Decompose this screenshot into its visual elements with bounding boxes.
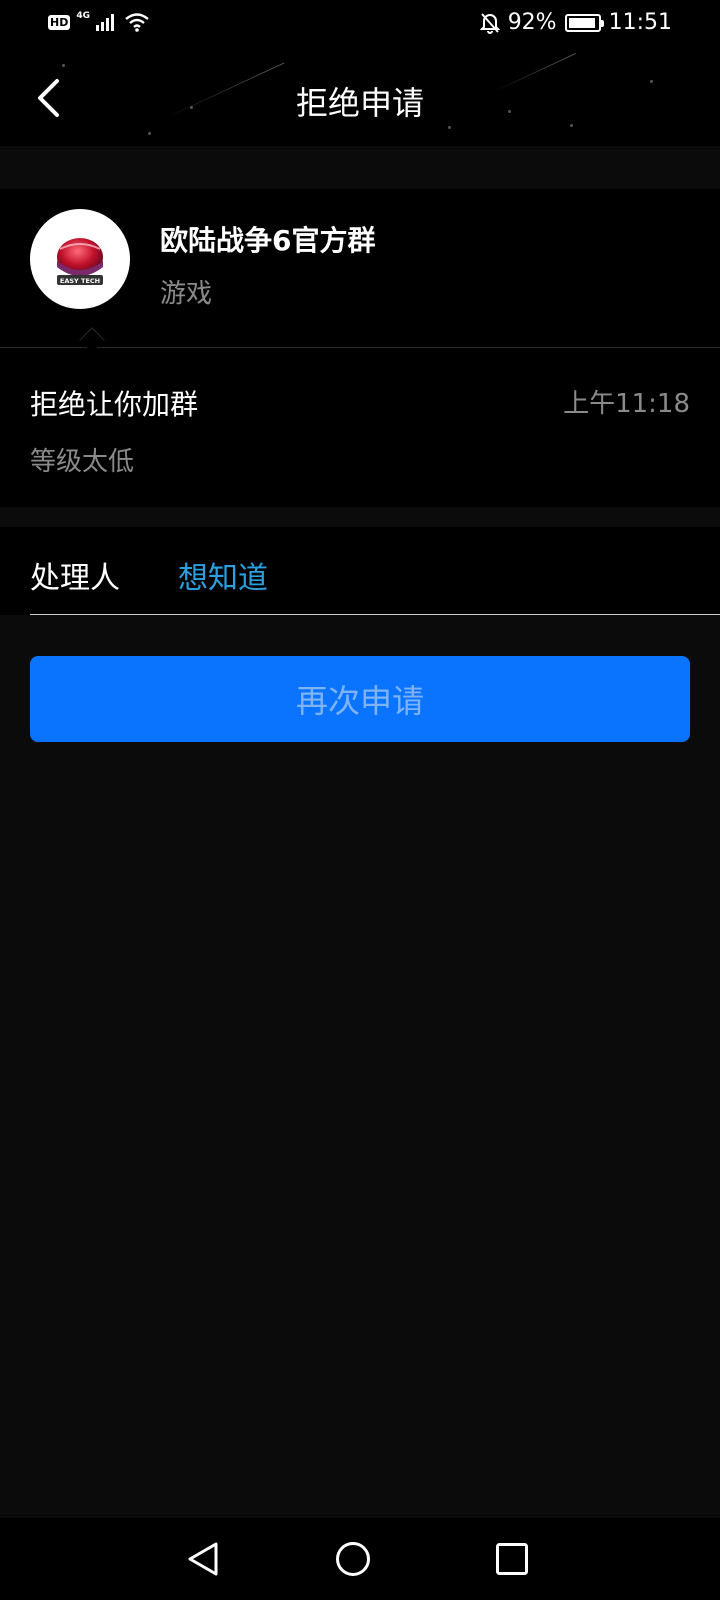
page-header: 拒绝申请 xyxy=(0,50,720,146)
rejection-block: 拒绝让你加群 上午11:18 等级太低 xyxy=(0,349,720,507)
wifi-icon xyxy=(125,13,149,32)
decor-star xyxy=(448,126,451,129)
group-card[interactable]: EASY TECH 欧陆战争6官方群 游戏 xyxy=(0,189,720,353)
decor-star xyxy=(62,64,65,67)
group-category: 游戏 xyxy=(160,279,213,309)
hd-badge: HD xyxy=(48,14,71,30)
decor-star xyxy=(148,132,151,135)
circle-home-icon xyxy=(336,1542,370,1576)
bell-muted-icon xyxy=(479,12,500,34)
handler-label: 处理人 xyxy=(30,561,120,596)
system-nav-bar xyxy=(0,1518,720,1600)
reapply-button[interactable]: 再次申请 xyxy=(30,656,690,742)
status-left: HD 4G xyxy=(48,11,150,32)
status-right: 92% 11:51 xyxy=(479,10,672,35)
battery-percent: 92% xyxy=(507,10,557,35)
rejection-title: 拒绝让你加群 xyxy=(30,388,199,421)
avatar-text: EASY TECH xyxy=(60,277,100,285)
divider xyxy=(0,347,720,348)
nav-back-button[interactable] xyxy=(180,1536,226,1582)
handler-row: 处理人 想知道 xyxy=(0,527,720,615)
group-name: 欧陆战争6官方群 xyxy=(160,224,376,257)
page-title: 拒绝申请 xyxy=(295,84,424,122)
network-type: 4G xyxy=(76,11,90,21)
handler-underline xyxy=(30,614,720,615)
battery-fill xyxy=(568,17,595,28)
group-avatar[interactable]: EASY TECH xyxy=(30,209,130,309)
nav-home-button[interactable] xyxy=(330,1536,376,1582)
easy-tech-logo-icon: EASY TECH xyxy=(57,238,103,285)
clock: 11:51 xyxy=(608,10,672,35)
square-recents-icon xyxy=(496,1543,528,1575)
status-bar: HD 4G 92% 11:51 xyxy=(0,0,720,50)
handler-name-link[interactable]: 想知道 xyxy=(178,553,268,597)
triangle-back-icon xyxy=(188,1542,218,1576)
rejection-reason: 等级太低 xyxy=(30,447,135,477)
signal-icon xyxy=(96,14,114,31)
rejection-time: 上午11:18 xyxy=(563,389,690,419)
nav-recents-button[interactable] xyxy=(489,1536,535,1582)
decor-star xyxy=(570,124,573,127)
battery-icon xyxy=(564,13,604,32)
